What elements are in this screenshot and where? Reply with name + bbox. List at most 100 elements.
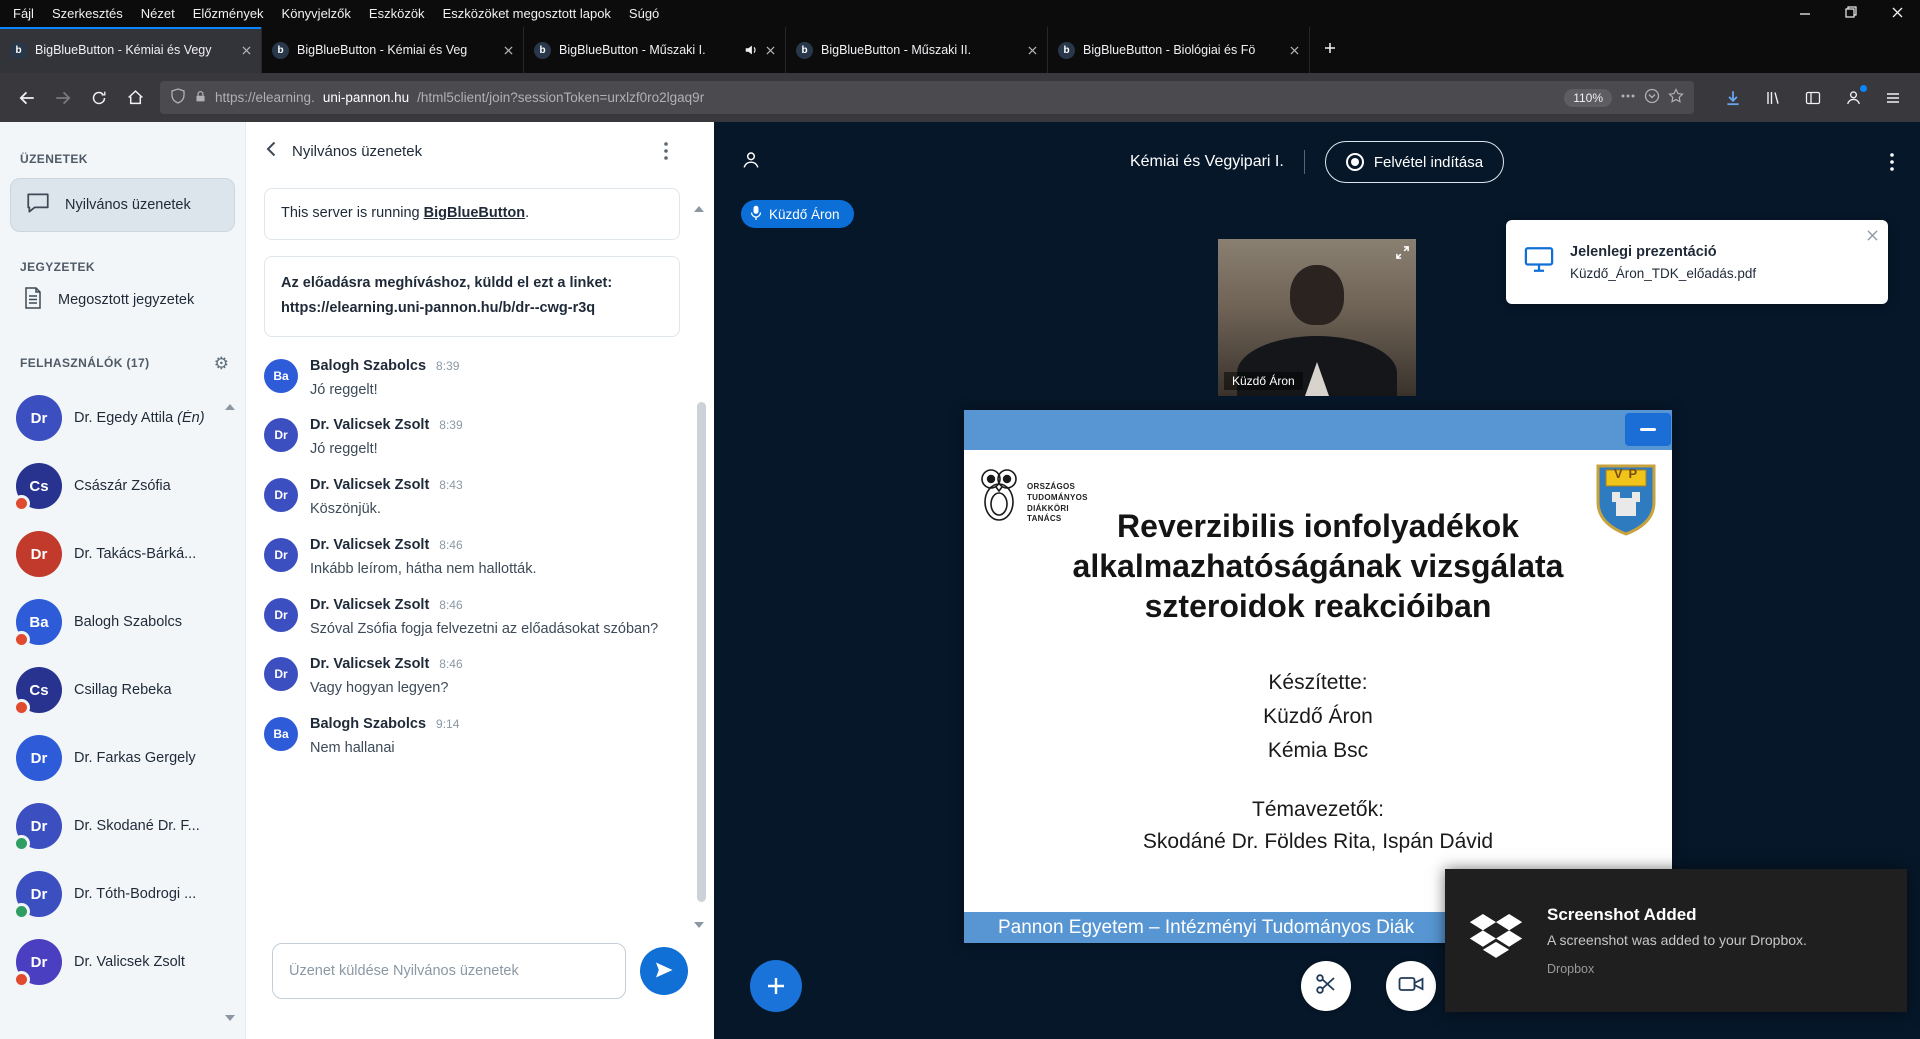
bookmark-star-icon[interactable] [1668, 88, 1684, 107]
users-section-header: FELHASZNÁLÓK (17) ⚙ [0, 348, 245, 378]
new-tab-button[interactable] [1310, 27, 1350, 73]
forward-button[interactable] [46, 81, 80, 115]
chevron-left-icon[interactable] [266, 141, 276, 162]
user-status-badge [13, 495, 30, 512]
tab-close-icon[interactable] [504, 46, 513, 55]
active-talker-indicator[interactable]: Küzdő Áron [741, 200, 854, 228]
tab-muszaki-2[interactable]: b BigBlueButton - Műszaki II. [786, 27, 1048, 73]
toast-close-icon[interactable] [1867, 230, 1878, 241]
avatar: Dr [16, 871, 62, 917]
downloads-button[interactable] [1716, 81, 1750, 115]
avatar: Dr [16, 531, 62, 577]
slide-content: ORSZÁGOS TUDOMÁNYOS DIÁKKÖRI TANÁCS [964, 450, 1672, 912]
menu-view[interactable]: Nézet [132, 3, 184, 24]
avatar: Dr [16, 939, 62, 985]
tab-kemiai-1[interactable]: b BigBlueButton - Kémiai és Vegy [0, 27, 262, 73]
user-row[interactable]: Dr Dr. Farkas Gergely [0, 724, 245, 792]
messages-section-label: ÜZENETEK [0, 152, 245, 166]
sidebar-toggle-button[interactable] [1796, 81, 1830, 115]
avatar: Dr [264, 657, 298, 691]
user-list: Dr Dr. Egedy Attila (Én) Cs Császár Zsóf… [0, 384, 245, 996]
window-restore-button[interactable] [1828, 0, 1874, 27]
user-row[interactable]: Dr Dr. Egedy Attila (Én) [0, 384, 245, 452]
bigbluebutton-link[interactable]: BigBlueButton [424, 205, 525, 221]
menu-history[interactable]: Előzmények [184, 3, 273, 24]
window-close-button[interactable] [1874, 0, 1920, 27]
sidebar-item-public-chat[interactable]: Nyilvános üzenetek [10, 178, 235, 232]
dropbox-notification-toast[interactable]: Screenshot Added A screenshot was added … [1445, 869, 1907, 1012]
menu-file[interactable]: Fájl [4, 3, 43, 24]
tab-close-icon[interactable] [1028, 46, 1037, 55]
restore-icon [1845, 6, 1857, 21]
back-button[interactable] [10, 81, 44, 115]
tab-audio-playing-icon[interactable] [744, 43, 758, 57]
tracking-shield-icon[interactable] [170, 88, 186, 107]
server-welcome-card: This server is running BigBlueButton. [264, 188, 680, 240]
chat-scrollbar[interactable] [697, 402, 706, 902]
welcome-text: This server is running [281, 205, 424, 221]
sidebar-item-shared-notes[interactable]: Megosztott jegyzetek [0, 274, 245, 326]
microphone-icon [750, 205, 762, 224]
user-row[interactable]: Dr Dr. Valicsek Zsolt [0, 928, 245, 996]
presentation-slide[interactable]: ORSZÁGOS TUDOMÁNYOS DIÁKKÖRI TANÁCS [964, 410, 1672, 943]
userlist-scroll-up-icon[interactable] [225, 404, 235, 410]
url-path: /html5client/join?sessionToken=urxlzf0ro… [417, 90, 704, 105]
send-message-button[interactable] [640, 947, 688, 995]
message-author: Dr. Valicsek Zsolt [310, 656, 429, 672]
tab-kemiai-2[interactable]: b BigBlueButton - Kémiai és Veg [262, 27, 524, 73]
minimize-presentation-button[interactable] [1625, 413, 1671, 446]
screenshot-scissors-button[interactable] [1301, 961, 1351, 1011]
user-row[interactable]: Dr Dr. Takács-Bárká... [0, 520, 245, 588]
chat-scroll-down-icon[interactable] [694, 922, 704, 928]
message-text: Köszönjük. [310, 499, 463, 521]
user-row[interactable]: Dr Dr. Skodané Dr. F... [0, 792, 245, 860]
welcome-text-suffix: . [525, 205, 529, 221]
tab-close-icon[interactable] [1290, 46, 1299, 55]
address-bar[interactable]: https://elearning.uni-pannon.hu/html5cli… [160, 81, 1694, 114]
user-name: Dr. Takács-Bárká... [74, 546, 196, 562]
webcam-video[interactable]: Küzdő Áron [1218, 239, 1416, 396]
chat-message-input[interactable] [272, 943, 626, 999]
gear-icon[interactable]: ⚙ [214, 355, 229, 372]
menu-tools[interactable]: Eszközök [360, 3, 434, 24]
avatar-initials: Cs [29, 478, 48, 495]
user-status-badge [13, 699, 30, 716]
tab-biologiai[interactable]: b BigBlueButton - Biológiai és Fö [1048, 27, 1310, 73]
user-row[interactable]: Cs Császár Zsófia [0, 452, 245, 520]
chat-scroll-up-icon[interactable] [694, 206, 704, 212]
chat-system-messages: This server is running BigBlueButton. Az… [246, 180, 714, 353]
user-row[interactable]: Dr Dr. Tóth-Bodrogi ... [0, 860, 245, 928]
menu-shared-tabs[interactable]: Eszközöket megosztott lapok [434, 3, 620, 24]
menu-edit[interactable]: Szerkesztés [43, 3, 132, 24]
page-actions-icon[interactable] [1620, 88, 1636, 107]
message-text: Inkább leírom, hátha nem hallották. [310, 559, 537, 581]
start-recording-button[interactable]: Felvétel indítása [1325, 141, 1504, 183]
home-button[interactable] [118, 81, 152, 115]
userlist-scroll-down-icon[interactable] [225, 1015, 235, 1021]
library-button[interactable] [1756, 81, 1790, 115]
tab-close-icon[interactable] [766, 46, 775, 55]
account-button[interactable] [1836, 81, 1870, 115]
window-minimize-button[interactable] [1782, 0, 1828, 27]
avatar-initials: Dr [31, 954, 48, 971]
tab-close-icon[interactable] [242, 46, 251, 55]
pocket-icon[interactable] [1644, 88, 1660, 107]
current-presentation-toast[interactable]: Jelenlegi prezentáció Küzdő_Áron_TDK_elő… [1506, 220, 1888, 304]
hamburger-menu-button[interactable] [1876, 81, 1910, 115]
zoom-level-indicator[interactable]: 110% [1564, 89, 1612, 107]
screen-record-camera-button[interactable] [1386, 961, 1436, 1011]
reload-button[interactable] [82, 81, 116, 115]
user-name: Dr. Skodané Dr. F... [74, 818, 200, 834]
presentation-screen-icon [1524, 246, 1554, 278]
tab-muszaki-1[interactable]: b BigBlueButton - Műszaki I. [524, 27, 786, 73]
user-name: Dr. Tóth-Bodrogi ... [74, 886, 196, 902]
message-time: 8:43 [439, 478, 462, 492]
user-row[interactable]: Ba Balogh Szabolcs [0, 588, 245, 656]
lock-icon[interactable] [194, 90, 207, 106]
user-row[interactable]: Cs Csillag Rebeka [0, 656, 245, 724]
menu-help[interactable]: Súgó [620, 3, 668, 24]
webcam-fullscreen-icon[interactable] [1395, 245, 1410, 265]
chat-options-kebab-icon[interactable] [664, 142, 694, 160]
menu-bookmarks[interactable]: Könyvjelzők [273, 3, 360, 24]
actions-plus-button[interactable] [750, 960, 802, 1012]
